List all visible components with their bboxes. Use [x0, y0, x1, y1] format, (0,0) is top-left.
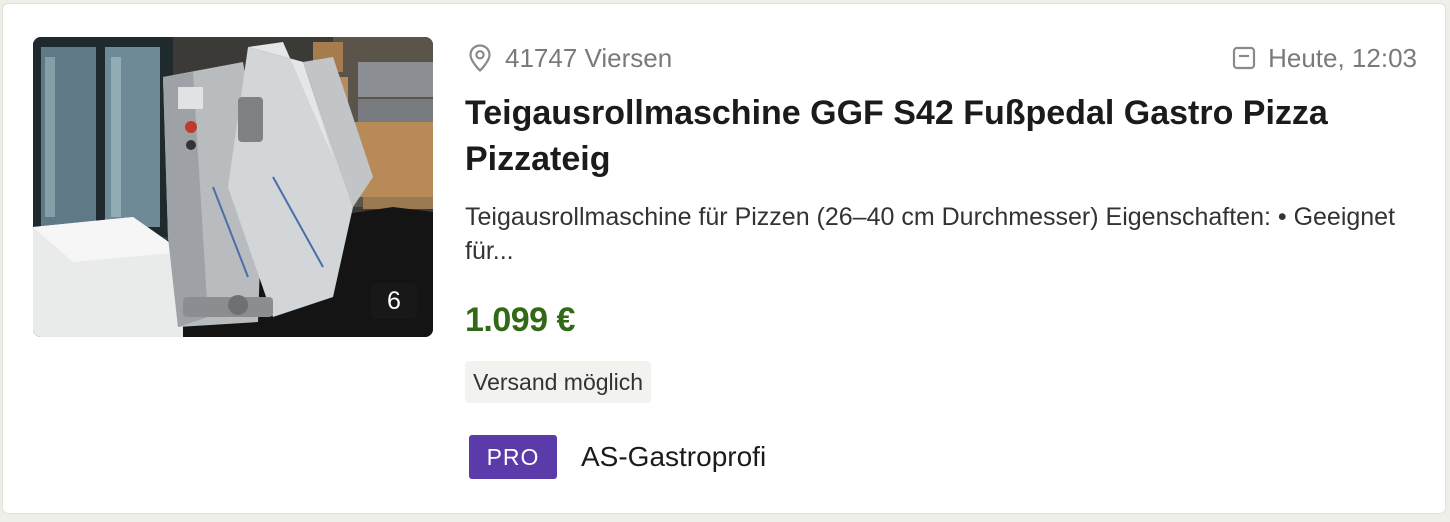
post-date: Heute, 12:03 [1232, 42, 1417, 74]
location-text: 41747 Viersen [505, 42, 673, 73]
listing-image[interactable]: 6 [33, 37, 433, 337]
listing-card[interactable]: 6 41747 Viersen Heute, 12:03 Teigausroll… [2, 3, 1446, 514]
seller-name[interactable]: AS-Gastroprofi [581, 437, 766, 477]
listing-title[interactable]: Teigausrollmaschine GGF S42 Fußpedal Gas… [465, 90, 1405, 182]
listing-description: Teigausrollmaschine für Pizzen (26–40 cm… [465, 203, 1396, 265]
listing-price: 1.099 € [465, 301, 575, 339]
shipping-tag: Versand möglich [465, 361, 652, 403]
image-count-badge: 6 [371, 283, 417, 319]
calendar-icon [1233, 46, 1256, 70]
date-text: Heute, 12:03 [1268, 42, 1417, 73]
location-pin-icon [469, 44, 491, 72]
pro-badge: PRO [469, 435, 557, 479]
location: 41747 Viersen [469, 42, 672, 74]
